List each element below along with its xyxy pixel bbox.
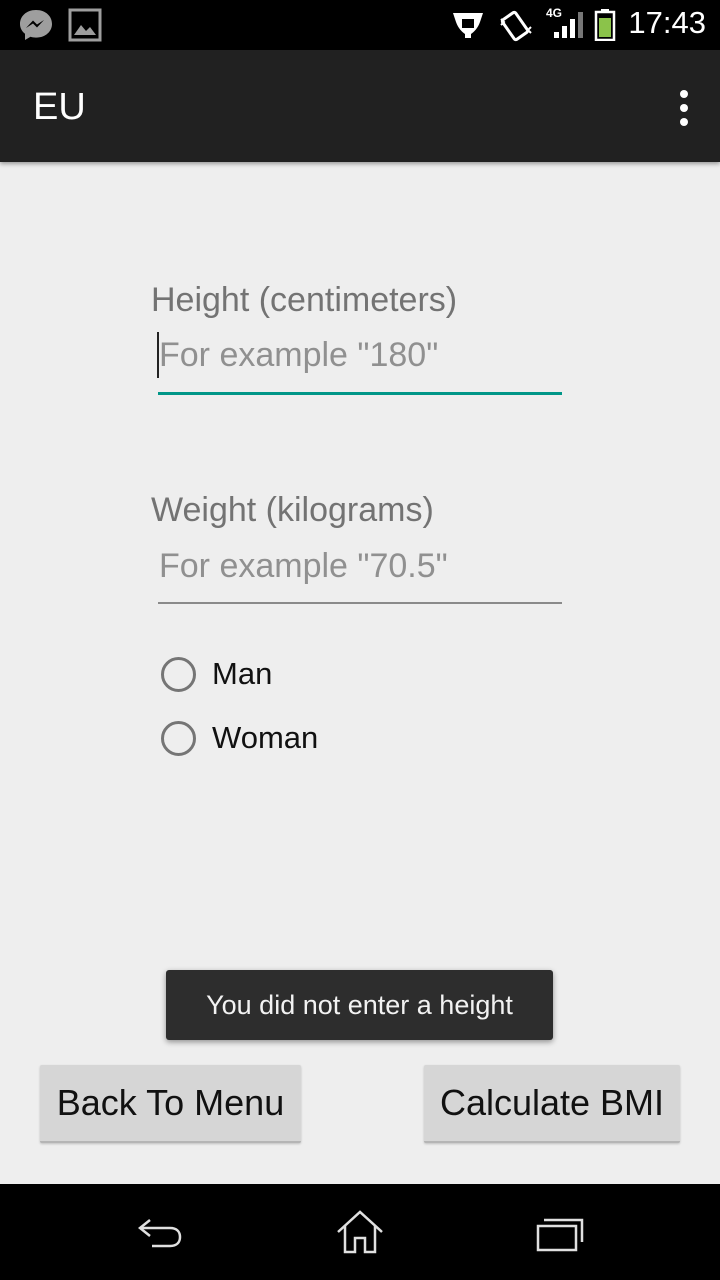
- signal-icon: [554, 12, 583, 38]
- toast-message: You did not enter a height: [166, 970, 553, 1040]
- nfc-icon: [453, 13, 483, 38]
- text-cursor: [157, 332, 159, 378]
- back-to-menu-button[interactable]: Back To Menu: [40, 1065, 301, 1143]
- battery-icon: [594, 9, 616, 41]
- height-input-underline: [158, 392, 562, 395]
- back-icon[interactable]: [130, 1204, 190, 1264]
- weight-input[interactable]: [158, 536, 563, 596]
- radio-button-circle[interactable]: [161, 720, 196, 756]
- weight-label: Weight (kilograms): [151, 491, 434, 529]
- status-time: 17:43: [628, 5, 706, 40]
- radio-man[interactable]: Man: [161, 652, 272, 696]
- app-bar: EU: [0, 50, 720, 162]
- height-label: Height (centimeters): [151, 281, 458, 319]
- calculate-bmi-button[interactable]: Calculate BMI: [424, 1065, 680, 1143]
- height-input[interactable]: [158, 325, 563, 385]
- radio-woman[interactable]: Woman: [161, 716, 318, 760]
- navigation-bar: [0, 1184, 720, 1280]
- radio-man-label: Man: [212, 656, 273, 691]
- vibrate-icon: [500, 10, 532, 42]
- home-icon[interactable]: [330, 1204, 390, 1264]
- status-bar: 4G 17:43: [0, 0, 720, 50]
- weight-input-underline: [158, 602, 562, 604]
- more-vertical-icon[interactable]: [668, 88, 700, 128]
- radio-woman-label: Woman: [212, 720, 319, 755]
- messenger-icon: [20, 10, 52, 40]
- recents-icon[interactable]: [530, 1204, 590, 1264]
- image-icon: [68, 8, 102, 42]
- radio-button-circle[interactable]: [161, 656, 196, 692]
- app-bar-title: EU: [33, 86, 86, 128]
